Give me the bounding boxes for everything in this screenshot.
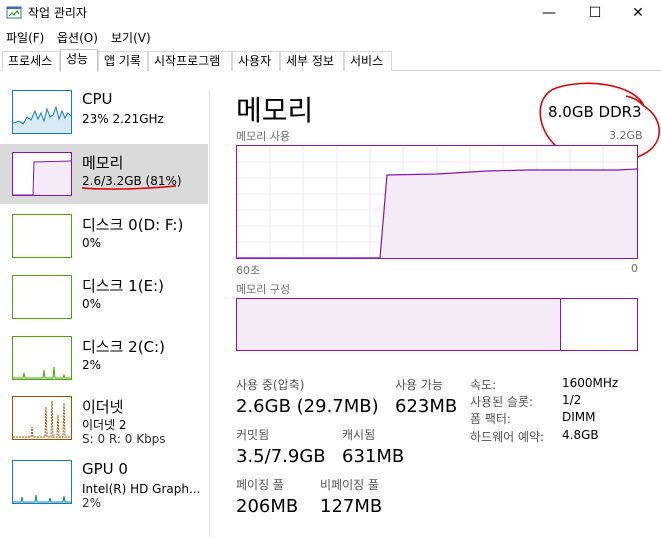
sidebar-sub2-ethernet: S: 0 R: 0 Kbps — [82, 432, 166, 446]
nonpaged-pool-label: 비페이징 풀 — [320, 478, 380, 492]
maximize-icon: ☐ — [588, 5, 602, 21]
cpu-thumbnail-graph — [12, 105, 72, 133]
memory-usage-area — [380, 169, 637, 258]
maximize-button[interactable]: ☐ — [572, 0, 618, 26]
title-bar: 작업 관리자 — ☐ ✕ — [0, 0, 661, 26]
sidebar-title-disk-0: 디스크 0(D: F:) — [82, 216, 184, 234]
hardware-reserved-value: 4.8GB — [562, 428, 599, 442]
memory-usage-max: 3.2GB — [609, 129, 643, 142]
sidebar-sub-ethernet: 이더넷 2 — [82, 418, 127, 432]
available-value: 623MB — [395, 396, 458, 417]
in-use-value: 2.6GB (29.7MB) — [236, 396, 379, 417]
disk0-thumbnail — [12, 214, 72, 258]
sidebar-item-disk-1[interactable]: 디스크 1(E:) 0% — [0, 267, 208, 327]
committed-value: 3.5/7.9GB — [236, 446, 326, 467]
memory-composition-bar — [236, 298, 638, 351]
disk2-thumbnail — [12, 336, 72, 380]
memory-usage-graph — [236, 145, 638, 259]
paged-pool-value: 206MB — [236, 496, 299, 517]
tab-app-history[interactable]: 앱 기록 — [98, 51, 148, 71]
tab-startup[interactable]: 시작프로그램 — [148, 51, 232, 71]
memory-thumbnail — [12, 152, 72, 196]
tab-processes[interactable]: 프로세스 — [2, 51, 60, 71]
form-factor-label: 폼 팩터: — [470, 412, 511, 426]
disk1-thumbnail — [12, 275, 72, 319]
in-use-label: 사용 중(압축) — [236, 378, 305, 392]
gpu-thumbnail-graph — [13, 494, 71, 503]
tab-details[interactable]: 세부 정보 — [280, 51, 344, 71]
sidebar-sub-disk-0: 0% — [82, 236, 102, 250]
hardware-reserved-label: 하드웨어 예약: — [470, 430, 545, 444]
memory-thumbnail-graph — [13, 160, 72, 196]
sidebar-item-memory[interactable]: 메모리 2.6/3.2GB (81%) — [0, 144, 208, 204]
menu-view[interactable]: 보기(V) — [111, 29, 151, 46]
memory-usage-label: 메모리 사용 — [236, 130, 291, 143]
sidebar-title-disk-1: 디스크 1(E:) — [82, 277, 164, 295]
sidebar-item-disk-2[interactable]: 디스크 2(C:) 2% — [0, 328, 208, 388]
memory-composition-label: 메모리 구성 — [236, 283, 291, 296]
minimize-icon: — — [542, 5, 556, 21]
tab-services[interactable]: 서비스 — [344, 51, 392, 71]
cpu-thumbnail — [12, 90, 72, 134]
sidebar-title-disk-2: 디스크 2(C:) — [82, 338, 165, 356]
slots-label: 사용된 슬롯: — [470, 395, 534, 409]
committed-label: 커밋됨 — [236, 428, 270, 442]
speed-value: 1600MHz — [562, 376, 619, 390]
tab-bar: 프로세스 성능 앱 기록 시작프로그램 사용자 세부 정보 서비스 — [0, 49, 661, 72]
window-title: 작업 관리자 — [28, 6, 88, 20]
ethernet-thumbnail-graph — [13, 400, 71, 438]
red-underline-annotation — [81, 185, 177, 190]
sidebar-title-gpu: GPU 0 — [82, 460, 128, 478]
sidebar-item-disk-0[interactable]: 디스크 0(D: F:) 0% — [0, 206, 208, 266]
menu-options[interactable]: 옵션(O) — [57, 29, 98, 46]
sidebar-title-ethernet: 이더넷 — [82, 398, 124, 416]
nonpaged-pool-value: 127MB — [320, 496, 383, 517]
sidebar-sub-disk-1: 0% — [82, 297, 102, 311]
close-icon: ✕ — [632, 5, 644, 21]
task-manager-app-icon — [6, 6, 22, 19]
time-axis-right: 0 — [631, 262, 638, 275]
sidebar-divider — [209, 90, 210, 537]
sidebar-title-cpu: CPU — [82, 90, 113, 108]
slots-value: 1/2 — [562, 393, 582, 407]
sidebar-sub-gpu: Intel(R) HD Graph... — [82, 482, 201, 496]
page-title: 메모리 — [236, 94, 314, 127]
tab-performance[interactable]: 성능 — [60, 49, 98, 72]
menu-file[interactable]: 파일(F) — [6, 29, 44, 46]
sidebar-sub2-gpu: 2% — [82, 496, 102, 510]
form-factor-value: DIMM — [562, 410, 596, 424]
sidebar-item-ethernet[interactable]: 이더넷 이더넷 2 S: 0 R: 0 Kbps — [0, 388, 208, 448]
ethernet-thumbnail — [12, 396, 72, 440]
memory-usage-graph-svg — [237, 146, 638, 259]
minimize-button[interactable]: — — [526, 0, 572, 26]
time-axis-left: 60초 — [236, 264, 261, 277]
menu-bar: 파일(F) 옵션(O) 보기(V) — [0, 26, 661, 48]
sidebar-sub-disk-2: 2% — [82, 358, 102, 372]
sidebar-item-cpu[interactable]: CPU 23% 2.21GHz — [0, 82, 208, 142]
memory-composition-in-use — [237, 299, 561, 350]
speed-label: 속도: — [470, 378, 497, 392]
available-label: 사용 가능 — [395, 378, 443, 392]
performance-sidebar: CPU 23% 2.21GHz 메모리 2.6/3.2GB (81%) 디스크 … — [0, 82, 208, 537]
disk2-thumbnail-graph — [13, 366, 71, 379]
sidebar-item-gpu[interactable]: GPU 0 Intel(R) HD Graph... 2% — [0, 452, 208, 512]
cached-label: 캐시됨 — [342, 428, 376, 442]
sidebar-sub-cpu: 23% 2.21GHz — [82, 112, 164, 126]
close-button[interactable]: ✕ — [615, 0, 661, 26]
paged-pool-label: 페이징 풀 — [236, 478, 284, 492]
cached-value: 631MB — [342, 446, 405, 467]
tab-users[interactable]: 사용자 — [232, 51, 280, 71]
sidebar-title-memory: 메모리 — [82, 154, 124, 172]
gpu-thumbnail — [12, 460, 72, 504]
